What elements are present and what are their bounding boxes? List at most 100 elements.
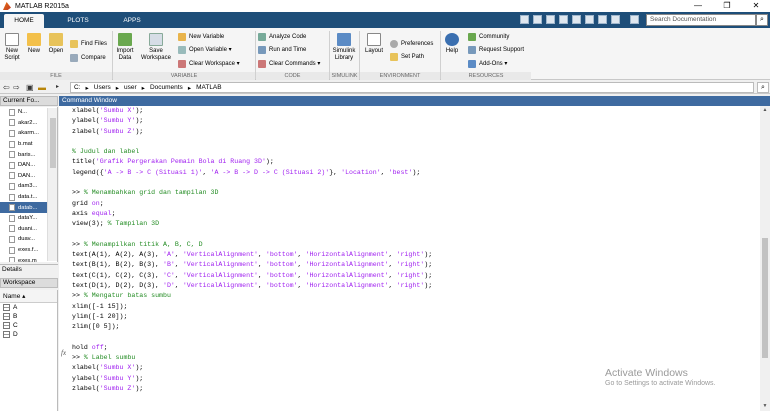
details-panel[interactable]: Details: [0, 264, 58, 275]
redo-quick-icon[interactable]: [585, 15, 594, 24]
command-line: ylabel('Sumbu Y');: [72, 374, 144, 382]
file-icon: [9, 204, 15, 212]
simulink-library-button[interactable]: Simulink Library: [331, 33, 357, 62]
close-button[interactable]: ✕: [742, 0, 770, 12]
command-window[interactable]: xlabel('Sumbu X'); ylabel('Sumbu Y'); zlab…: [59, 106, 770, 411]
command-window-header[interactable]: Command Window: [59, 96, 770, 106]
new-button[interactable]: New: [24, 33, 44, 55]
maximize-button[interactable]: ❐: [713, 0, 741, 12]
workspace-variable-row[interactable]: B: [0, 312, 57, 321]
workspace-name-column[interactable]: Name ▴: [0, 290, 57, 303]
tab-home[interactable]: HOME: [4, 14, 44, 28]
command-line: axis equal;: [72, 209, 116, 217]
search-documentation-input[interactable]: Search Documentation: [646, 14, 756, 26]
analyze-code-button[interactable]: Analyze Code: [258, 32, 306, 41]
cut-quick-icon[interactable]: [533, 15, 542, 24]
set-path-button[interactable]: Set Path: [390, 52, 424, 61]
command-line: text(C(1), C(2), C(3), 'C', 'VerticalAli…: [72, 271, 433, 279]
tab-apps[interactable]: APPS: [112, 14, 152, 28]
add-ons-button[interactable]: Add-Ons ▾: [468, 59, 507, 68]
command-line: text(A(1), A(2), A(3), 'A', 'VerticalAli…: [72, 251, 433, 259]
save-quick-icon[interactable]: [520, 15, 529, 24]
add-ons-icon: [468, 59, 476, 68]
save-workspace-button[interactable]: Save Workspace: [139, 33, 173, 62]
title-bar: MATLAB R2015a: [0, 0, 770, 12]
scrollbar-thumb[interactable]: [762, 238, 768, 358]
workspace-header[interactable]: Workspace: [0, 278, 58, 288]
clear-commands-button[interactable]: Clear Commands ▾: [258, 59, 320, 68]
paste-quick-icon[interactable]: [559, 15, 568, 24]
run-and-time-button[interactable]: Run and Time: [258, 45, 306, 54]
file-icon: [9, 182, 15, 190]
workspace-variable-row[interactable]: D: [0, 330, 57, 339]
undo-quick-icon[interactable]: [572, 15, 581, 24]
file-icon: [9, 193, 15, 201]
copy-quick-icon[interactable]: [546, 15, 555, 24]
workspace-variable-row[interactable]: C: [0, 321, 57, 330]
variable-grid-icon: [3, 331, 10, 338]
tab-plots[interactable]: PLOTS: [58, 14, 98, 28]
help-quick-icon[interactable]: [611, 15, 620, 24]
activate-windows-watermark: Activate Windows Go to Settings to activ…: [605, 367, 716, 387]
variable-grid-icon: [3, 322, 10, 329]
compare-icon: [70, 53, 78, 62]
workspace-panel: Name ▴ ABCD: [0, 290, 58, 411]
command-line: >> % Menampilkan titik A, B, C, D: [72, 240, 203, 248]
new-script-button[interactable]: New Script: [2, 33, 22, 62]
command-line: legend({'A -> B -> C (Situasi 1)', 'A ->…: [72, 168, 421, 176]
run-and-time-icon: [258, 45, 266, 54]
command-line: view(3); % Tampilan 3D: [72, 220, 160, 228]
minimize-button[interactable]: —: [684, 0, 712, 12]
command-line: ylim([-1 20]);: [72, 312, 128, 320]
section-file-label: FILE: [0, 72, 112, 80]
command-window-text: xlabel('Sumbu X'); ylabel('Sumbu Y'); zlab…: [72, 106, 432, 394]
workspace-variable-row[interactable]: A: [0, 303, 57, 312]
browse-folder-icon[interactable]: ▬: [38, 83, 46, 92]
analyze-code-icon: [258, 32, 266, 41]
help-button[interactable]: Help: [443, 33, 461, 55]
command-line: hold off;: [72, 343, 108, 351]
file-icon: [9, 129, 15, 137]
layout-button[interactable]: Layout: [362, 33, 386, 55]
current-folder-path[interactable]: C: ▸ Users ▸ user ▸ Documents ▸ MATLAB: [70, 82, 754, 93]
request-support-button[interactable]: Request Support: [468, 45, 524, 54]
import-data-button[interactable]: Import Data: [114, 33, 136, 62]
matlab-logo-icon: [3, 2, 11, 10]
new-variable-button[interactable]: New Variable: [178, 32, 224, 41]
clear-workspace-button[interactable]: Clear Workspace ▾: [178, 59, 240, 68]
file-icon: [9, 225, 15, 233]
current-folder-header[interactable]: Current Fo...: [0, 96, 58, 106]
command-line: ylabel('Sumbu Y');: [72, 117, 144, 125]
window-title: MATLAB R2015a: [15, 2, 69, 10]
request-support-icon: [468, 45, 476, 54]
open-folder-icon: [49, 33, 63, 46]
switch-windows-quick-icon[interactable]: [598, 15, 607, 24]
filter-quick-icon[interactable]: [630, 15, 639, 24]
forward-arrow-icon[interactable]: ⇨: [13, 83, 20, 92]
path-dropdown-icon[interactable]: ▸: [56, 83, 59, 92]
command-line: [72, 137, 432, 147]
search-icon[interactable]: ⌕: [756, 14, 768, 26]
preferences-button[interactable]: Preferences: [390, 39, 433, 48]
folder-search-icon[interactable]: ⌕: [757, 82, 769, 93]
command-line: xlabel('Sumbu X');: [72, 107, 144, 114]
section-environment-label: ENVIRONMENT: [360, 72, 440, 80]
command-line: [72, 178, 432, 188]
compare-button[interactable]: Compare: [70, 53, 106, 62]
command-window-scrollbar[interactable]: ▲ ▼: [760, 106, 770, 411]
current-folder-scrollbar[interactable]: [47, 108, 57, 261]
command-line: % Judul dan label: [72, 148, 140, 156]
fx-prompt-icon[interactable]: fx: [61, 349, 66, 357]
scroll-down-icon[interactable]: ▼: [760, 402, 770, 411]
command-line: title('Grafik Pergerakan Pemain Bola di …: [72, 158, 274, 166]
file-icon: [9, 214, 15, 222]
file-icon: [9, 235, 15, 243]
find-files-button[interactable]: Find Files: [70, 39, 107, 48]
open-variable-button[interactable]: Open Variable ▾: [178, 45, 232, 54]
back-arrow-icon[interactable]: ⇦: [3, 83, 10, 92]
open-button[interactable]: Open: [46, 33, 66, 55]
up-folder-icon[interactable]: ▣: [26, 83, 34, 92]
scroll-up-icon[interactable]: ▲: [760, 106, 770, 115]
community-button[interactable]: Community: [468, 32, 509, 41]
simulink-icon: [337, 33, 351, 46]
